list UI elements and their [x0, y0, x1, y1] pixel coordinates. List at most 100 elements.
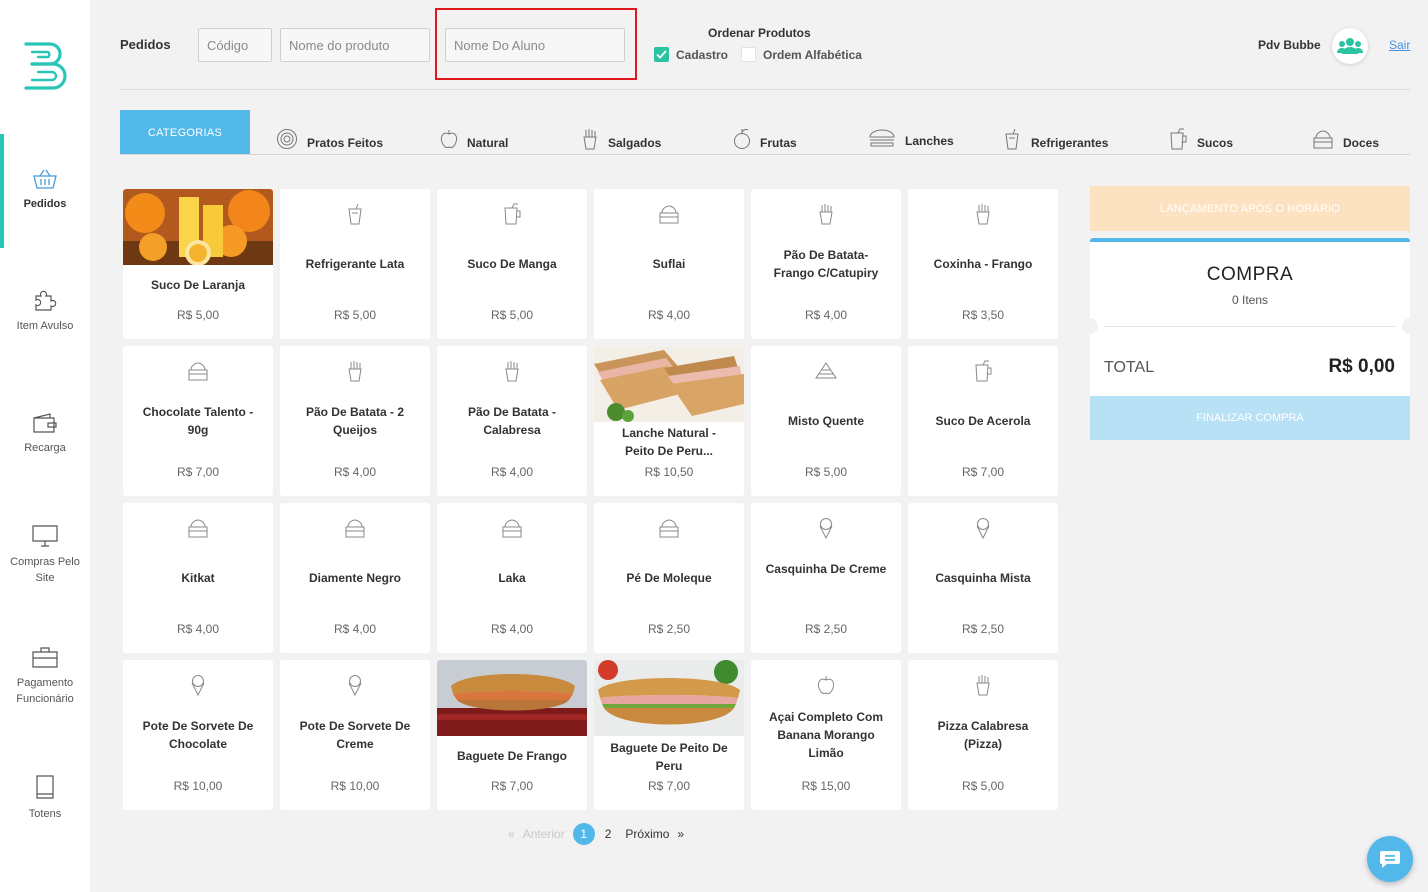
product-card[interactable]: Coxinha - Frango R$ 3,50 — [908, 189, 1058, 339]
product-card[interactable]: Baguete De Frango R$ 7,00 — [437, 660, 587, 810]
cake-icon — [188, 362, 208, 381]
product-card[interactable]: Suco De Laranja R$ 5,00 — [123, 189, 273, 339]
product-card[interactable]: Refrigerante Lata R$ 5,00 — [280, 189, 430, 339]
product-card[interactable]: Suco De Acerola R$ 7,00 — [908, 346, 1058, 496]
product-price: R$ 5,00 — [176, 308, 220, 322]
product-card[interactable]: Misto Quente R$ 5,00 — [751, 346, 901, 496]
product-card[interactable]: Laka R$ 4,00 — [437, 503, 587, 653]
product-card[interactable]: Suco De Manga R$ 5,00 — [437, 189, 587, 339]
product-name-input[interactable] — [280, 28, 430, 62]
tab-pratos-feitos[interactable]: Pratos Feitos — [276, 128, 383, 150]
users-avatar[interactable] — [1332, 28, 1368, 64]
nav-label: Pedidos — [23, 198, 67, 210]
product-card[interactable]: Baguete De Peito De Peru R$ 7,00 — [594, 660, 744, 810]
tab-natural[interactable]: Natural — [440, 128, 508, 150]
sandwich-icon — [815, 362, 837, 379]
briefcase-icon — [32, 647, 58, 668]
product-name: Laka — [498, 571, 526, 585]
product-price: R$ 2,50 — [804, 622, 848, 636]
page-2-link[interactable]: 2 — [605, 827, 612, 841]
product-card[interactable]: Pote De Sorvete De Creme R$ 10,00 — [280, 660, 430, 810]
prev-page-link[interactable]: Anterior — [523, 827, 565, 841]
nav-totens[interactable]: Totens — [0, 774, 90, 822]
checkbox-label: Ordem Alfabética — [763, 47, 862, 62]
basket-icon — [33, 169, 57, 189]
product-card[interactable]: Casquinha De Creme R$ 2,50 — [751, 503, 901, 653]
items-count: 0 Itens — [1231, 293, 1269, 307]
checkbox-label: Cadastro — [676, 47, 729, 62]
product-card[interactable]: Diamente Negro R$ 4,00 — [280, 503, 430, 653]
nav-pagamento-funcionario[interactable]: Pagamento Funcionário — [0, 645, 90, 707]
logout-link[interactable]: Sair — [1389, 38, 1410, 52]
product-price: R$ 4,00 — [176, 622, 220, 636]
sidebar: Pedidos Item Avulso Recarga Compras Pelo… — [0, 0, 90, 892]
puzzle-icon — [35, 290, 57, 311]
order-cadastro-checkbox[interactable]: Cadastro — [654, 47, 728, 62]
product-card[interactable]: Chocolate Talento - 90g R$ 7,00 — [123, 346, 273, 496]
tab-refrigerantes[interactable]: Refrigerantes — [1002, 128, 1108, 150]
juice-icon — [1170, 128, 1187, 150]
product-price: R$ 3,50 — [961, 308, 1005, 322]
tab-categorias[interactable]: CATEGORIAS — [120, 110, 250, 155]
next-page-link[interactable]: Próximo — [625, 827, 669, 841]
code-input[interactable] — [198, 28, 272, 62]
tab-label: Lanches — [905, 134, 954, 148]
nav-recarga[interactable]: Recarga — [0, 412, 90, 456]
baguette-photo-2 — [594, 660, 744, 736]
tab-frutas[interactable]: Frutas — [733, 128, 797, 150]
product-card[interactable]: Pão De Batata- Frango C/Catupiry R$ 4,00 — [751, 189, 901, 339]
juice-icon — [975, 360, 992, 382]
product-card[interactable]: Pão De Batata - 2 Queijos R$ 4,00 — [280, 346, 430, 496]
product-name: Baguete De Frango — [456, 749, 567, 763]
product-card[interactable]: Kitkat R$ 4,00 — [123, 503, 273, 653]
product-name: Suflai — [652, 257, 686, 271]
product-name: Diamente Negro — [308, 571, 402, 585]
finish-purchase-button[interactable]: FINALIZAR COMPRA — [1090, 396, 1410, 440]
fries-icon — [583, 129, 597, 150]
tab-doces[interactable]: Doces — [1312, 128, 1379, 150]
fries-icon — [976, 675, 990, 696]
product-card[interactable]: Açai Completo Com Banana Morango Limão R… — [751, 660, 901, 810]
fries-icon — [976, 204, 990, 225]
nav-pedidos[interactable]: Pedidos — [0, 168, 90, 212]
product-price: R$ 7,00 — [490, 779, 534, 793]
product-price: R$ 4,00 — [333, 622, 377, 636]
product-name: Suco De Laranja — [150, 278, 246, 292]
purchase-panel: COMPRA 0 Itens TOTAL R$ 0,00 — [1082, 238, 1418, 396]
tab-label: Refrigerantes — [1031, 136, 1109, 150]
fries-icon — [505, 361, 519, 382]
tab-label: Frutas — [760, 136, 797, 150]
tab-sucos[interactable]: Sucos — [1168, 128, 1233, 150]
product-price: R$ 5,00 — [333, 308, 377, 322]
ticket-notch-right — [1402, 318, 1418, 334]
nav-item-avulso[interactable]: Item Avulso — [0, 290, 90, 334]
prev-chevron-icon[interactable]: « — [508, 827, 515, 841]
product-card[interactable]: Casquinha Mista R$ 2,50 — [908, 503, 1058, 653]
page-1-link[interactable]: 1 — [572, 823, 595, 845]
tab-lanches[interactable]: Lanches — [868, 128, 954, 148]
late-launch-button[interactable]: LANÇAMENTO APÓS O HORÁRIO — [1090, 186, 1410, 231]
next-chevron-icon[interactable]: » — [677, 827, 684, 841]
product-card[interactable]: Pão De Batata - Calabresa R$ 4,00 — [437, 346, 587, 496]
product-name: Baguete De Peito De Peru — [610, 741, 728, 773]
nav-compras-site[interactable]: Compras Pelo Site — [0, 524, 90, 586]
product-card[interactable]: Pé De Moleque R$ 2,50 — [594, 503, 744, 653]
tab-label: Pratos Feitos — [307, 136, 384, 150]
product-card[interactable]: Pizza Calabresa (Pizza) R$ 5,00 — [908, 660, 1058, 810]
product-name: Refrigerante Lata — [305, 257, 405, 271]
product-price: R$ 10,50 — [644, 465, 694, 479]
product-card[interactable]: Pote De Sorvete De Chocolate R$ 10,00 — [123, 660, 273, 810]
chat-button[interactable] — [1367, 836, 1413, 882]
product-name: Kitkat — [181, 571, 215, 585]
product-price: R$ 5,00 — [961, 779, 1005, 793]
app-logo[interactable] — [22, 38, 68, 94]
nav-label: Recarga — [24, 442, 66, 454]
product-price: R$ 4,00 — [647, 308, 691, 322]
pagination: « Anterior 1 2 Próximo » — [508, 823, 684, 845]
chat-icon — [1380, 851, 1400, 868]
apple-icon — [817, 676, 835, 694]
tab-salgados[interactable]: Salgados — [581, 128, 661, 150]
order-alfabetica-checkbox[interactable]: Ordem Alfabética — [741, 47, 862, 62]
product-card[interactable]: Lanche Natural - Peito De Peru... R$ 10,… — [594, 346, 744, 496]
product-card[interactable]: Suflai R$ 4,00 — [594, 189, 744, 339]
